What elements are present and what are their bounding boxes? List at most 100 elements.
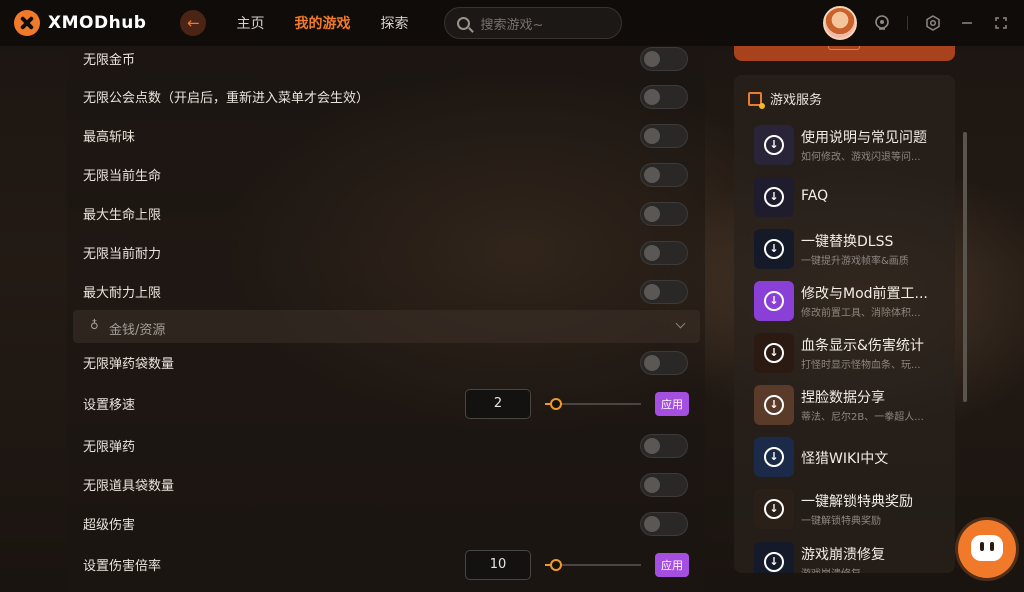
service-item[interactable]: ↓ 怪猎WIKI中文 [754, 436, 950, 478]
maximize-icon[interactable] [992, 14, 1010, 32]
download-icon: ↓ [764, 135, 784, 155]
chat-bot-icon [971, 535, 1003, 561]
section-header-money[interactable]: ♁ 金钱/资源 [73, 310, 700, 343]
avatar[interactable] [823, 6, 857, 40]
setting-label: 无限道具袋数量 [83, 479, 175, 494]
setting-row: 最大生命上限 [67, 194, 705, 233]
toggle-switch[interactable] [640, 433, 688, 458]
setting-label: 最大生命上限 [83, 208, 162, 223]
toggle-knob [644, 283, 660, 300]
service-thumbnail: ↓ [754, 333, 794, 373]
speed-value-input[interactable]: 2 [465, 388, 531, 419]
service-title: 血条显示&伤害统计 [801, 338, 924, 354]
service-item[interactable]: ↓ FAQ [754, 176, 950, 218]
toggle-switch[interactable] [640, 123, 688, 148]
notification-icon[interactable] [873, 14, 891, 32]
download-icon: ↓ [764, 395, 784, 415]
toggle-switch[interactable] [640, 46, 688, 71]
back-button[interactable]: ← [180, 10, 207, 36]
toggle-switch[interactable] [640, 279, 688, 304]
service-thumbnail: ↓ [754, 385, 794, 425]
toggle-switch[interactable] [640, 240, 688, 265]
setting-row: 无限公会点数（开启后，重新进入菜单才会生效） [67, 77, 705, 116]
service-item[interactable]: ↓ 捏脸数据分享 蒂法、尼尔2B、一拳超人... [754, 384, 950, 426]
service-title: 一键替换DLSS [801, 234, 894, 250]
toggle-knob [644, 127, 660, 144]
toggle-switch[interactable] [640, 162, 688, 187]
setting-label: 无限公会点数（开启后，重新进入菜单才会生效） [83, 91, 370, 106]
minimize-icon[interactable] [958, 14, 976, 32]
setting-label: 无限弹药 [83, 440, 136, 455]
download-icon: ↓ [764, 239, 784, 259]
services-header: 游戏服务 [748, 89, 822, 109]
setting-label: 无限金币 [83, 53, 136, 68]
setting-label: 最高斩味 [83, 130, 136, 145]
toggle-knob [644, 476, 660, 493]
download-icon: ↓ [764, 499, 784, 519]
setting-label: 无限当前耐力 [83, 247, 162, 262]
toggle-switch[interactable] [640, 511, 688, 536]
divider [907, 16, 908, 30]
setting-row: 无限金币 [67, 39, 705, 78]
launch-button[interactable] [734, 46, 955, 61]
setting-row: 无限弹药 [67, 426, 705, 465]
setting-row-slider: 设置移速 2 应用 [67, 384, 705, 423]
service-item[interactable]: ↓ 使用说明与常见问题 如何修改、游戏闪退等问... [754, 124, 950, 166]
service-title: 游戏崩溃修复 [801, 547, 885, 563]
service-item[interactable]: ↓ 修改与Mod前置工... 修改前置工具、消除体积... [754, 280, 950, 322]
service-thumbnail: ↓ [754, 489, 794, 529]
slider-thumb[interactable] [550, 558, 562, 571]
service-title: 一键解锁特典奖励 [801, 494, 913, 510]
section-label: 金钱/资源 [109, 323, 166, 338]
setting-row: 无限弹药袋数量 [67, 343, 705, 382]
service-subtitle: 蒂法、尼尔2B、一拳超人... [801, 412, 924, 423]
toggle-knob [644, 437, 660, 454]
toggle-switch[interactable] [640, 201, 688, 226]
nav-my-games[interactable]: 我的游戏 [294, 13, 350, 33]
services-scrollbar[interactable] [963, 132, 967, 402]
search-input[interactable]: 搜索游戏~ [444, 7, 623, 39]
setting-row: 无限当前耐力 [67, 233, 705, 272]
service-item[interactable]: ↓ 游戏崩溃修复 游戏崩溃修复 [754, 541, 950, 573]
app-name: XMODhub [48, 13, 147, 33]
slider-thumb[interactable] [550, 397, 562, 410]
download-icon: ↓ [764, 343, 784, 363]
service-item[interactable]: ↓ 血条显示&伤害统计 打怪时显示怪物血条、玩... [754, 332, 950, 374]
service-thumbnail: ↓ [754, 177, 794, 217]
chat-assistant-button[interactable] [958, 520, 1016, 578]
toggle-switch[interactable] [640, 350, 688, 375]
speed-slider[interactable] [545, 397, 641, 411]
damage-slider[interactable] [545, 558, 641, 572]
service-title: FAQ [801, 188, 829, 204]
toggle-knob [644, 354, 660, 371]
toggle-switch[interactable] [640, 472, 688, 497]
service-subtitle: 修改前置工具、消除体积... [801, 308, 921, 319]
setting-label: 最大耐力上限 [83, 286, 162, 301]
service-thumbnail: ↓ [754, 542, 794, 573]
setting-row: 无限道具袋数量 [67, 465, 705, 504]
toggle-knob [644, 50, 660, 67]
service-thumbnail: ↓ [754, 281, 794, 321]
setting-label: 设置伤害倍率 [83, 559, 162, 574]
service-thumbnail: ↓ [754, 229, 794, 269]
toggle-knob [644, 515, 660, 532]
setting-row-slider: 设置伤害倍率 10 应用 [67, 545, 705, 584]
nav-home[interactable]: 主页 [236, 13, 264, 33]
service-item[interactable]: ↓ 一键替换DLSS 一键提升游戏帧率&画质 [754, 228, 950, 270]
toggle-switch[interactable] [640, 84, 688, 109]
setting-row: 无限当前生命 [67, 155, 705, 194]
download-icon: ↓ [764, 447, 784, 467]
toggle-knob [644, 244, 660, 261]
service-item[interactable]: ↓ 一键解锁特典奖励 一键解锁特典奖励 [754, 488, 950, 530]
settings-icon[interactable] [924, 14, 942, 32]
setting-row: 超级伤害 [67, 504, 705, 543]
damage-multiplier-input[interactable]: 10 [465, 549, 531, 580]
search-placeholder: 搜索游戏~ [480, 17, 544, 33]
money-bag-icon: ♁ [90, 318, 99, 332]
apply-button[interactable]: 应用 [655, 391, 689, 416]
service-subtitle: 一键解锁特典奖励 [801, 516, 881, 527]
service-subtitle: 打怪时显示怪物血条、玩... [801, 360, 921, 371]
app-logo[interactable]: XMODhub [14, 10, 146, 36]
nav-explore[interactable]: 探索 [380, 13, 408, 33]
apply-button[interactable]: 应用 [655, 552, 689, 577]
